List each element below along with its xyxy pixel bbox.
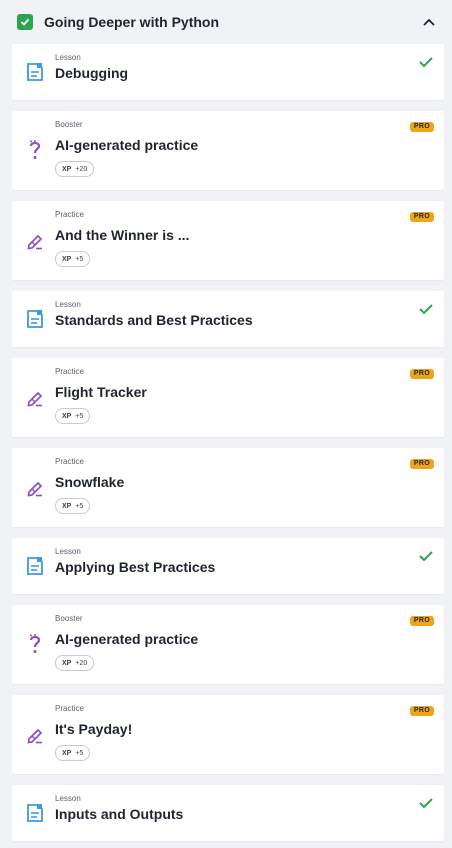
item-title: Applying Best Practices	[55, 559, 216, 575]
item-type-label: Booster	[55, 614, 83, 623]
section-header[interactable]: Going Deeper with Python	[0, 0, 452, 44]
xp-badge: XP +5	[55, 408, 91, 424]
xp-badge: XP +20	[55, 655, 95, 671]
item-title: Snowflake	[55, 474, 125, 490]
xp-label: XP	[62, 255, 72, 263]
item-type-label: Practice	[55, 704, 84, 713]
item-title: AI-generated practice	[55, 631, 199, 647]
xp-value: +5	[75, 255, 84, 263]
list-item[interactable]: Lesson Inputs and Outputs	[12, 785, 444, 841]
pencil-icon	[27, 481, 43, 497]
item-type-label: Practice	[55, 210, 84, 219]
item-type-label: Lesson	[55, 300, 81, 309]
list-item[interactable]: Lesson Applying Best Practices	[12, 538, 444, 594]
item-title: Flight Tracker	[55, 384, 147, 400]
xp-label: XP	[62, 749, 72, 757]
checkmark-icon	[419, 551, 433, 562]
xp-label: XP	[62, 412, 72, 420]
xp-badge: XP +20	[55, 161, 95, 177]
xp-value: +5	[75, 412, 84, 420]
xp-badge: XP +5	[55, 251, 91, 267]
pro-badge: PRO	[409, 122, 434, 132]
list-item[interactable]: Practice Flight Tracker PRO XP +5	[12, 358, 444, 437]
item-type-label: Booster	[55, 120, 83, 129]
item-type-label: Lesson	[55, 53, 81, 62]
document-icon	[27, 804, 43, 822]
item-title: Inputs and Outputs	[55, 806, 184, 822]
item-title: It's Payday!	[55, 721, 133, 737]
xp-label: XP	[62, 165, 72, 173]
document-icon	[27, 310, 43, 328]
section-complete-checkbox-icon	[17, 14, 33, 30]
checkmark-icon	[419, 798, 433, 809]
document-icon	[27, 63, 43, 81]
xp-badge: XP +5	[55, 498, 91, 514]
xp-value: +20	[75, 165, 88, 173]
checkmark-icon	[419, 57, 433, 68]
section-title: Going Deeper with Python	[44, 14, 220, 30]
list-item[interactable]: Lesson Debugging	[12, 44, 444, 100]
item-title: Debugging	[55, 65, 129, 81]
xp-value: +5	[75, 749, 84, 757]
pencil-icon	[27, 728, 43, 744]
list-item[interactable]: Lesson Standards and Best Practices	[12, 291, 444, 347]
list-item[interactable]: Booster AI-generated practice PRO XP +20	[12, 605, 444, 684]
pro-badge: PRO	[409, 616, 434, 626]
xp-value: +5	[75, 502, 84, 510]
item-type-label: Lesson	[55, 794, 81, 803]
pencil-icon	[27, 391, 43, 407]
item-type-label: Lesson	[55, 547, 81, 556]
xp-badge: XP +5	[55, 745, 91, 761]
lesson-list: Lesson Debugging Booster AI-generated pr…	[0, 44, 452, 841]
pro-badge: PRO	[409, 369, 434, 379]
xp-label: XP	[62, 659, 72, 667]
item-type-label: Practice	[55, 367, 84, 376]
item-title: Standards and Best Practices	[55, 312, 253, 328]
question-mark-icon	[29, 634, 41, 653]
list-item[interactable]: Practice And the Winner is ... PRO XP +5	[12, 201, 444, 280]
question-mark-icon	[29, 140, 41, 159]
xp-value: +20	[75, 659, 88, 667]
pro-badge: PRO	[409, 212, 434, 222]
item-title: AI-generated practice	[55, 137, 199, 153]
list-item[interactable]: Practice Snowflake PRO XP +5	[12, 448, 444, 527]
list-item[interactable]: Booster AI-generated practice PRO XP +20	[12, 111, 444, 190]
pro-badge: PRO	[409, 706, 434, 716]
item-title: And the Winner is ...	[55, 227, 190, 243]
pro-badge: PRO	[409, 459, 434, 469]
item-type-label: Practice	[55, 457, 84, 466]
chevron-up-icon[interactable]	[422, 15, 436, 29]
xp-label: XP	[62, 502, 72, 510]
list-item[interactable]: Practice It's Payday! PRO XP +5	[12, 695, 444, 774]
pencil-icon	[27, 234, 43, 250]
document-icon	[27, 557, 43, 575]
checkmark-icon	[419, 304, 433, 315]
